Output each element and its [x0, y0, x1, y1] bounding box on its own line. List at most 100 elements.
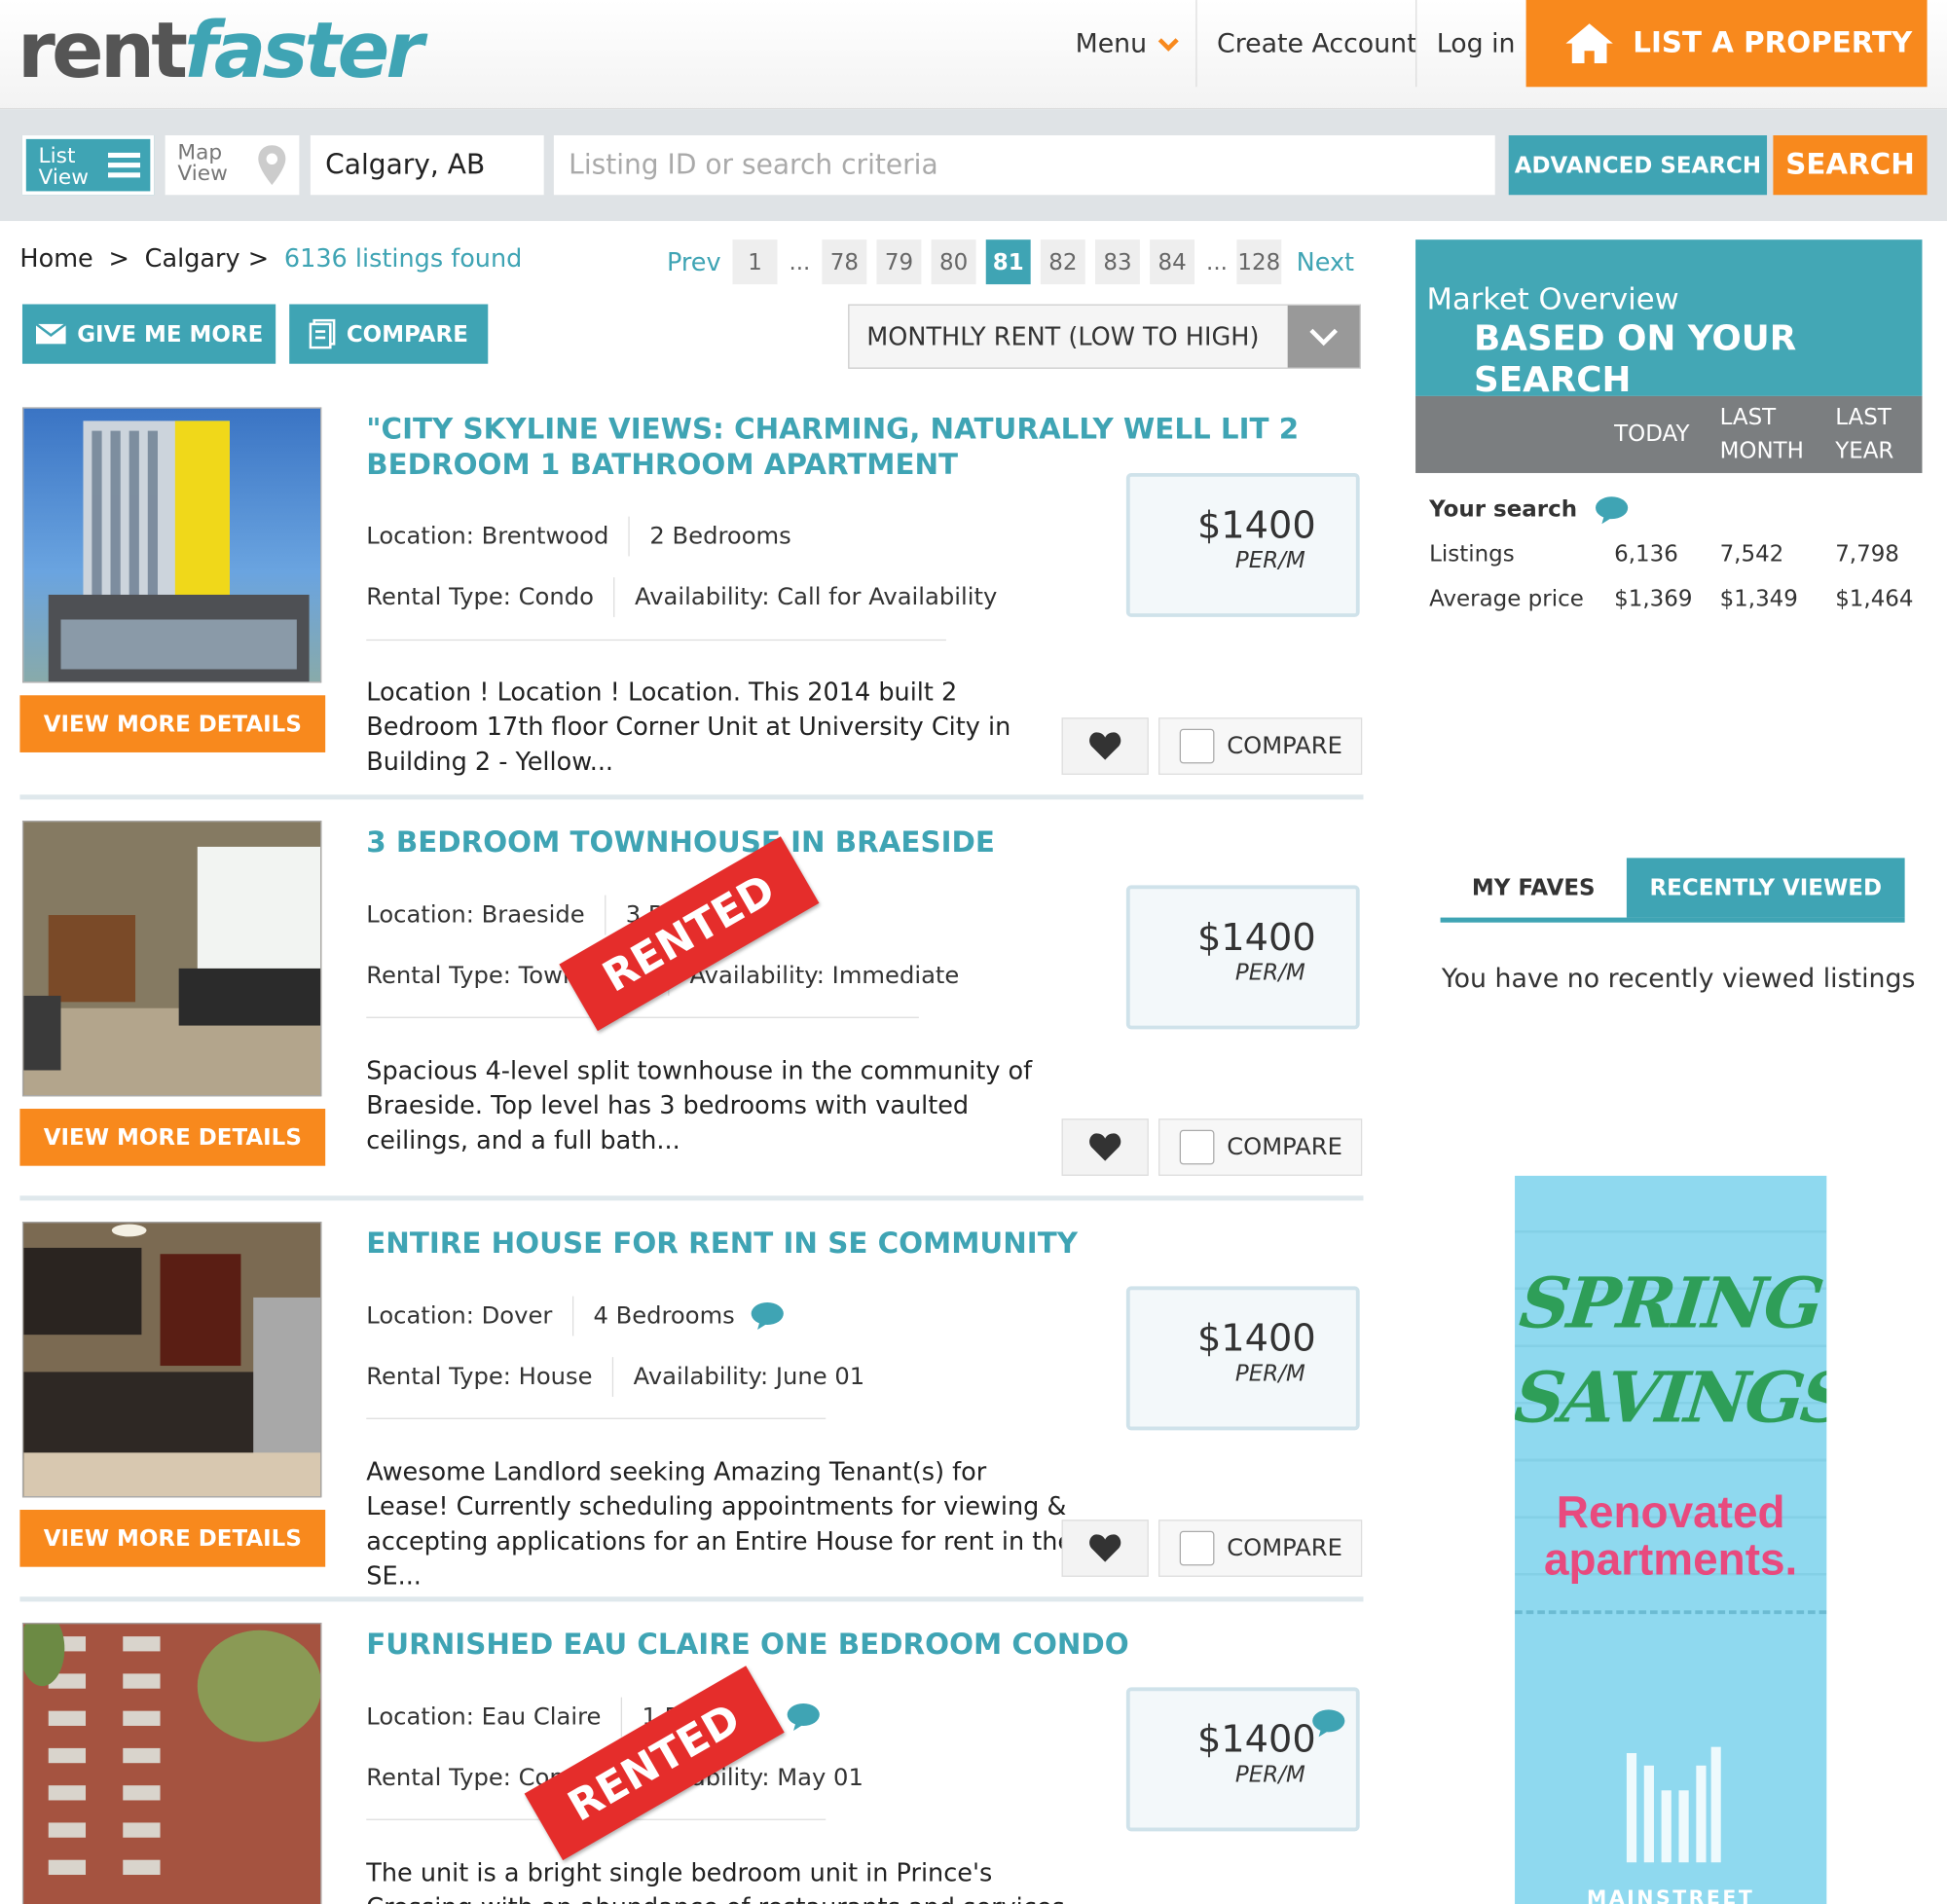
- divider: [366, 1417, 827, 1419]
- listing-meta-row: Location: Brentwood 2 Bedrooms: [366, 516, 791, 557]
- advertisement-banner[interactable]: SPRING SAVINGS Renovated apartments. MAI…: [1515, 1175, 1827, 1904]
- listing-photo[interactable]: [21, 1222, 322, 1498]
- pagination-page[interactable]: 82: [1040, 239, 1085, 285]
- advanced-search-button[interactable]: ADVANCED SEARCH: [1508, 135, 1768, 196]
- recently-viewed-empty: You have no recently viewed listings: [1441, 963, 1916, 994]
- compare-checkbox[interactable]: COMPARE: [1158, 1118, 1363, 1176]
- listings-today: 6,136: [1614, 541, 1678, 568]
- price-period: PER/M: [1234, 1360, 1305, 1387]
- pagination-page[interactable]: 79: [876, 239, 922, 285]
- tab-my-faves[interactable]: MY FAVES: [1441, 858, 1627, 917]
- checkbox[interactable]: [1179, 1129, 1215, 1165]
- listing-description: Spacious 4-level split townhouse in the …: [366, 1055, 1033, 1155]
- give-me-more-button[interactable]: GIVE ME MORE: [21, 304, 276, 364]
- favorite-button[interactable]: [1061, 1520, 1149, 1577]
- map-view-toggle[interactable]: Map View: [165, 135, 300, 196]
- pagination-prev[interactable]: Prev: [667, 239, 721, 284]
- listings-count: 6136 listings found: [283, 242, 523, 274]
- pagination-page[interactable]: 83: [1094, 239, 1140, 285]
- list-property-button[interactable]: LIST A PROPERTY: [1525, 0, 1928, 88]
- chevron-down-icon: [1287, 305, 1360, 368]
- pagination-page[interactable]: 128: [1236, 239, 1282, 285]
- envelope-icon: [35, 322, 67, 345]
- login-link[interactable]: Log in: [1437, 0, 1516, 87]
- ad-headline-1: SPRING: [1516, 1263, 1826, 1345]
- listing-photo[interactable]: [21, 1623, 322, 1904]
- faves-tabs: MY FAVES RECENTLY VIEWED: [1440, 858, 1905, 923]
- listing-price: $1400: [1196, 1317, 1316, 1361]
- listing-title[interactable]: 3 BEDROOM TOWNHOUSE IN BRAESIDE: [366, 825, 1359, 861]
- avg-price-today: $1,369: [1614, 586, 1693, 612]
- pagination-ellipsis: ...: [1206, 248, 1228, 275]
- list-icon: [107, 152, 141, 178]
- listing-description: Awesome Landlord seeking Amazing Tenant(…: [366, 1456, 1074, 1591]
- sort-select[interactable]: MONTHLY RENT (LOW TO HIGH): [848, 304, 1361, 369]
- pagination-page[interactable]: 80: [931, 239, 976, 285]
- divider: [366, 1016, 919, 1018]
- avg-price-last-year: $1,464: [1835, 586, 1914, 612]
- pagination-page[interactable]: 84: [1150, 239, 1195, 285]
- heart-icon: [1089, 732, 1121, 760]
- checkbox[interactable]: [1179, 1530, 1215, 1566]
- pagination-page[interactable]: 1: [732, 239, 778, 285]
- listing-card: VIEW MORE DETAILS ENTIRE HOUSE FOR RENT …: [0, 1222, 1378, 1619]
- pagination-current-page[interactable]: 81: [985, 239, 1031, 285]
- chevron-down-icon: [1157, 38, 1179, 52]
- nav-divider: [1195, 0, 1197, 88]
- listing-location: Location: Eau Claire: [366, 1703, 602, 1732]
- search-input[interactable]: Listing ID or search criteria: [553, 135, 1495, 196]
- map-pin-icon: [258, 145, 286, 186]
- nav-divider: [1415, 0, 1417, 88]
- city-input[interactable]: Calgary, AB: [310, 135, 544, 196]
- price-box: $1400 PER/M: [1125, 472, 1360, 617]
- favorite-button[interactable]: [1061, 1118, 1149, 1176]
- top-header: rentfaster Menu Create Account Log in LI…: [0, 0, 1947, 110]
- breadcrumb-city[interactable]: Calgary: [145, 243, 240, 274]
- house-icon: [1565, 23, 1613, 64]
- chat-bubble-icon[interactable]: [787, 1703, 822, 1733]
- breadcrumb-home[interactable]: Home: [19, 243, 92, 274]
- chat-bubble-icon[interactable]: [750, 1301, 785, 1332]
- listing-bedrooms: 2 Bedrooms: [649, 522, 791, 551]
- listing-description: Location ! Location ! Location. This 201…: [366, 677, 1011, 777]
- listing-meta-row: Rental Type: Condo Availability: Call for…: [366, 577, 997, 617]
- create-account-link[interactable]: Create Account: [1217, 0, 1417, 87]
- tab-recently-viewed[interactable]: RECENTLY VIEWED: [1626, 858, 1905, 918]
- average-price-label: Average price: [1429, 586, 1584, 612]
- listing-title[interactable]: ENTIRE HOUSE FOR RENT IN SE COMMUNITY: [366, 1227, 1359, 1263]
- listing-type: Rental Type: House: [366, 1363, 593, 1391]
- listing-availability: Availability: June 01: [633, 1363, 865, 1391]
- list-view-toggle[interactable]: List View: [21, 135, 155, 196]
- ad-headline-2: SAVINGS: [1515, 1357, 1827, 1440]
- view-more-details-button[interactable]: VIEW MORE DETAILS: [19, 1109, 326, 1166]
- pagination-next[interactable]: Next: [1297, 239, 1354, 284]
- breadcrumb: Home > Calgary > 6136 listings found: [19, 242, 523, 274]
- listing-photo[interactable]: [21, 821, 322, 1097]
- menu-button[interactable]: Menu: [1076, 0, 1182, 87]
- checkbox[interactable]: [1179, 728, 1215, 764]
- listing-photo[interactable]: [21, 407, 322, 683]
- listings-row-label: Listings: [1429, 541, 1515, 568]
- price-box: $1400 PER/M: [1125, 1286, 1360, 1431]
- listings-last-year: 7,798: [1835, 541, 1899, 568]
- rentfaster-logo[interactable]: rentfaster: [18, 7, 424, 94]
- compare-checkbox[interactable]: COMPARE: [1158, 1520, 1363, 1577]
- pagination-ellipsis: ...: [789, 248, 811, 275]
- compare-checkbox[interactable]: COMPARE: [1158, 717, 1363, 775]
- listing-card: FURNISHED EAU CLAIRE ONE BEDROOM CONDO L…: [0, 1623, 1378, 1904]
- chat-bubble-icon[interactable]: [1595, 495, 1630, 526]
- view-more-details-button[interactable]: VIEW MORE DETAILS: [19, 1510, 326, 1567]
- compare-button[interactable]: COMPARE: [289, 304, 489, 364]
- chat-bubble-icon[interactable]: [1311, 1708, 1346, 1739]
- view-more-details-button[interactable]: VIEW MORE DETAILS: [19, 695, 326, 752]
- listing-price: $1400: [1196, 916, 1316, 960]
- search-button[interactable]: SEARCH: [1773, 135, 1928, 196]
- price-period: PER/M: [1234, 1761, 1305, 1788]
- price-period: PER/M: [1234, 547, 1305, 574]
- listing-description: The unit is a bright single bedroom unit…: [366, 1857, 1064, 1904]
- pagination-page[interactable]: 78: [822, 239, 867, 285]
- listing-title[interactable]: FURNISHED EAU CLAIRE ONE BEDROOM CONDO: [366, 1628, 1359, 1664]
- listing-meta-row: Rental Type: House Availability: June 01: [366, 1357, 864, 1397]
- listing-card: VIEW MORE DETAILS 3 BEDROOM TOWNHOUSE IN…: [0, 821, 1378, 1218]
- favorite-button[interactable]: [1061, 717, 1149, 775]
